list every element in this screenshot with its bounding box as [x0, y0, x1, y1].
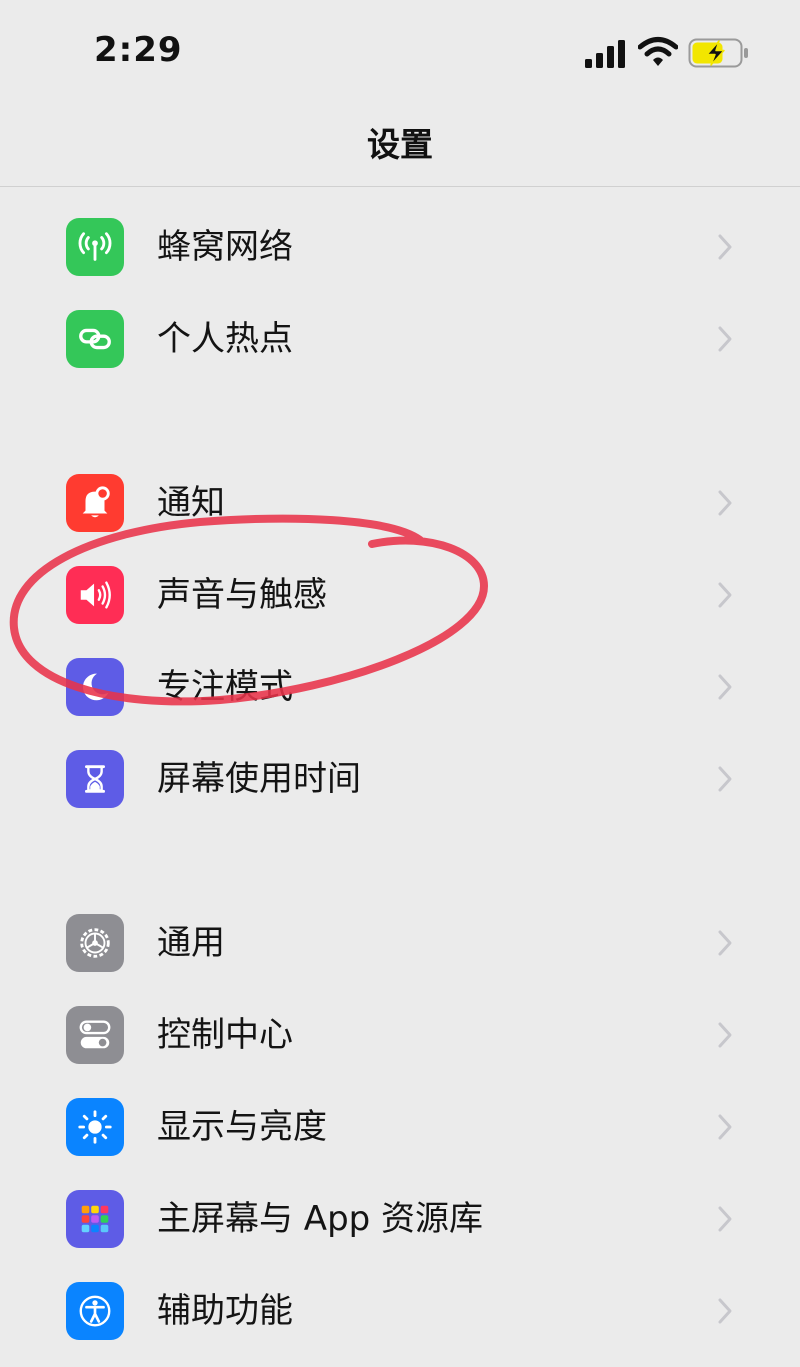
gear-icon [66, 914, 124, 972]
settings-row-control-center[interactable]: 控制中心 [0, 990, 800, 1080]
settings-row-focus[interactable]: 专注模式 [0, 642, 800, 732]
settings-row-label: 通知 [157, 483, 225, 523]
settings-row-label: 声音与触感 [157, 575, 327, 615]
accessibility-icon [66, 1282, 124, 1340]
chevron-right-icon [718, 582, 732, 608]
settings-row-label: 主屏幕与 App 资源库 [157, 1199, 484, 1239]
chevron-right-icon [718, 1022, 732, 1048]
settings-row-cellular[interactable]: 蜂窝网络 [0, 202, 800, 292]
chevron-right-icon [718, 1298, 732, 1324]
chevron-right-icon [718, 674, 732, 700]
settings-row-label: 辅助功能 [157, 1291, 293, 1331]
settings-row-label: 屏幕使用时间 [157, 759, 361, 799]
chevron-right-icon [718, 326, 732, 352]
settings-row-label: 通用 [157, 923, 225, 963]
bell-icon [66, 474, 124, 532]
settings-row-accessibility[interactable]: 辅助功能 [0, 1266, 800, 1356]
chevron-right-icon [718, 1206, 732, 1232]
app-grid-icon [66, 1190, 124, 1248]
chevron-right-icon [718, 490, 732, 516]
settings-row-home-screen[interactable]: 主屏幕与 App 资源库 [0, 1174, 800, 1264]
battery-charging-icon [688, 38, 748, 68]
link-chain-icon [66, 310, 124, 368]
settings-row-hotspot[interactable]: 个人热点 [0, 294, 800, 384]
settings-row-screen-time[interactable]: 屏幕使用时间 [0, 734, 800, 824]
settings-row-sounds[interactable]: 声音与触感 [0, 550, 800, 640]
antenna-icon [66, 218, 124, 276]
moon-icon [66, 658, 124, 716]
chevron-right-icon [718, 766, 732, 792]
settings-row-label: 个人热点 [157, 319, 293, 359]
cellular-signal-icon [585, 40, 625, 68]
wifi-icon [638, 37, 678, 66]
hourglass-icon [66, 750, 124, 808]
toggles-icon [66, 1006, 124, 1064]
settings-row-label: 控制中心 [157, 1015, 293, 1055]
chevron-right-icon [718, 234, 732, 260]
sun-icon [66, 1098, 124, 1156]
settings-row-notifications[interactable]: 通知 [0, 458, 800, 548]
settings-row-label: 专注模式 [157, 667, 293, 707]
chevron-right-icon [718, 930, 732, 956]
page-title: 设置 [367, 125, 433, 164]
settings-row-label: 显示与亮度 [157, 1107, 327, 1147]
speaker-icon [66, 566, 124, 624]
status-time: 2:29 [94, 30, 183, 70]
status-bar: 2:29 [0, 0, 800, 100]
settings-row-general[interactable]: 通用 [0, 898, 800, 988]
settings-row-display[interactable]: 显示与亮度 [0, 1082, 800, 1172]
nav-divider [0, 186, 800, 187]
chevron-right-icon [718, 1114, 732, 1140]
settings-row-label: 蜂窝网络 [157, 227, 293, 267]
